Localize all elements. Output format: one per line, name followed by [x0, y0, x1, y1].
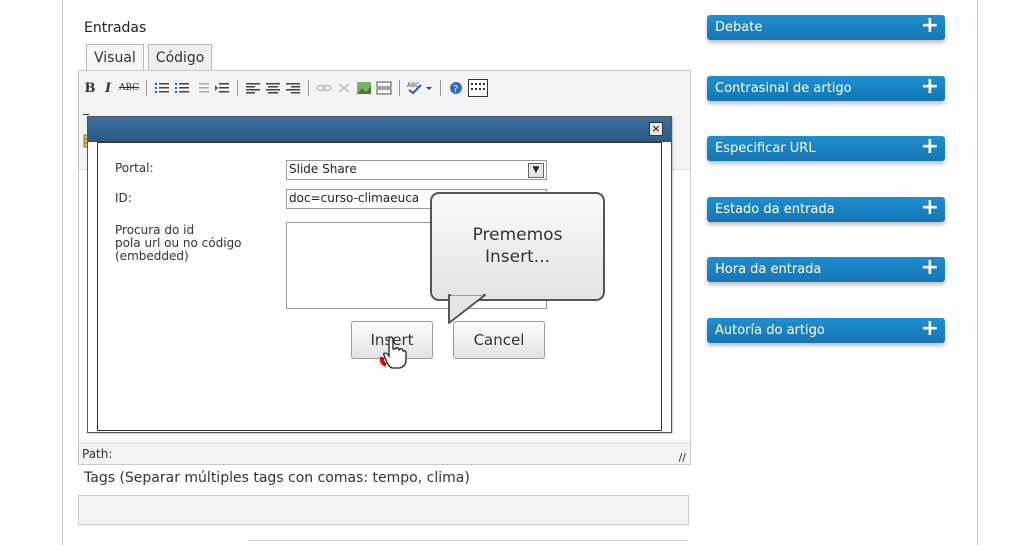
cancel-button[interactable]: Cancel — [453, 321, 545, 359]
plus-icon[interactable]: + — [921, 74, 939, 99]
close-icon[interactable]: × — [649, 122, 663, 136]
sidebar-item-contrasinal[interactable]: Contrasinal de artigo + — [707, 74, 945, 101]
search-label: Procura do id pola url ou no código (emb… — [115, 224, 242, 263]
plus-icon[interactable]: + — [921, 195, 939, 220]
toolbar-separator — [146, 80, 148, 96]
sidebar-item-debate[interactable]: Debate + — [707, 13, 945, 40]
align-right-icon[interactable] — [285, 81, 301, 95]
section-title: Entradas — [84, 20, 147, 36]
sidebar-item-label: Debate — [715, 20, 763, 35]
tags-input[interactable] — [78, 495, 689, 525]
sidebar-item-label: Hora da entrada — [715, 262, 822, 277]
toolbar-separator — [440, 80, 442, 96]
right-border — [977, 0, 978, 545]
indent-icon[interactable] — [214, 81, 230, 95]
toolbar-row-1: B I ABC ABC ? — [83, 76, 489, 100]
toolbar-separator — [308, 80, 310, 96]
numbered-list-icon[interactable] — [174, 81, 190, 95]
callout-tail — [448, 294, 486, 324]
plus-icon[interactable]: + — [921, 13, 939, 38]
bullet-list-icon[interactable] — [154, 81, 170, 95]
toolbar-separator — [399, 80, 401, 96]
dialog-titlebar — [88, 117, 671, 142]
plus-icon[interactable]: + — [921, 255, 939, 280]
editor-statusbar: Path: // — [79, 443, 690, 464]
editor-tabs: Visual Código — [86, 44, 213, 71]
spellcheck-icon[interactable]: ABC — [407, 81, 433, 95]
tab-visual[interactable]: Visual — [86, 44, 144, 71]
portal-selected-value: Slide Share — [289, 162, 357, 176]
callout-text: Prememos Insert... — [432, 224, 603, 268]
callout-bubble: Prememos Insert... — [430, 192, 605, 301]
plus-icon[interactable]: + — [921, 316, 939, 341]
status-path: Path: — [82, 447, 113, 461]
callout-line-1: Prememos — [472, 225, 563, 245]
kitchen-sink-icon[interactable] — [468, 79, 489, 97]
sidebar-item-estado[interactable]: Estado da entrada + — [707, 195, 945, 222]
align-left-icon[interactable] — [245, 81, 261, 95]
sidebar-item-autoria[interactable]: Autoría do artigo + — [707, 316, 945, 343]
hand-cursor-icon — [380, 336, 407, 369]
search-label-line-3: (embedded) — [115, 249, 189, 263]
strikethrough-button[interactable]: ABC — [119, 83, 139, 93]
chevron-down-icon[interactable]: ▼ — [528, 163, 544, 178]
outdent-icon[interactable] — [194, 81, 210, 95]
tab-codigo[interactable]: Código — [147, 44, 213, 71]
sidebar-item-label: Autoría do artigo — [715, 323, 825, 338]
tags-label: Tags (Separar múltiples tags con comas: … — [84, 470, 470, 486]
bold-button[interactable]: B — [83, 81, 97, 96]
portal-select[interactable]: Slide Share ▼ — [286, 160, 547, 180]
sidebar-item-label: Contrasinal de artigo — [715, 81, 852, 96]
align-center-icon[interactable] — [265, 81, 281, 95]
plus-icon[interactable]: + — [921, 134, 939, 159]
toolbar-separator — [237, 80, 239, 96]
id-label: ID: — [115, 191, 132, 205]
sidebar-item-hora[interactable]: Hora da entrada + — [707, 255, 945, 282]
sidebar-item-especificar-url[interactable]: Especificar URL + — [707, 134, 945, 161]
resize-handle-icon[interactable]: // — [679, 448, 686, 468]
callout-line-2: Insert... — [485, 247, 550, 267]
italic-button[interactable]: I — [101, 81, 115, 96]
svg-text:?: ? — [453, 84, 458, 95]
sidebar-item-label: Estado da entrada — [715, 202, 835, 217]
left-border — [62, 0, 63, 545]
image-icon[interactable] — [356, 81, 372, 95]
unlink-icon[interactable] — [336, 81, 352, 95]
more-tag-icon[interactable] — [376, 81, 392, 95]
portal-label: Portal: — [115, 161, 154, 175]
help-icon[interactable]: ? — [448, 81, 464, 95]
link-icon[interactable] — [316, 81, 332, 95]
sidebar-item-label: Especificar URL — [715, 141, 816, 156]
divider — [248, 540, 688, 541]
